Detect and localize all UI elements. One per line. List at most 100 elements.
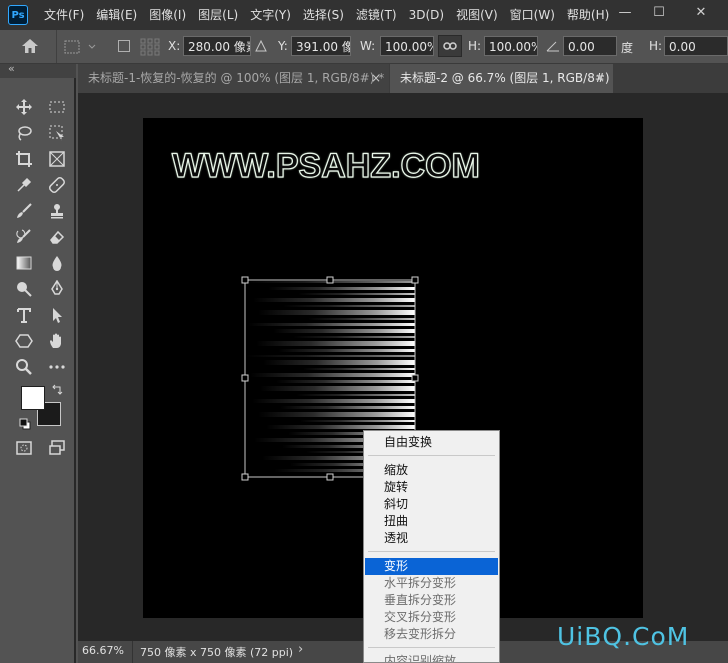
object-selection-tool-icon[interactable] bbox=[44, 121, 70, 145]
link-icon[interactable] bbox=[438, 35, 462, 57]
dodge-tool-icon[interactable] bbox=[11, 277, 37, 301]
tools-panel: « bbox=[0, 62, 76, 663]
menu-items: 文件(F) 编辑(E) 图像(I) 图层(L) 文字(Y) 选择(S) 滤镜(T… bbox=[38, 0, 615, 30]
type-tool-icon[interactable] bbox=[11, 303, 37, 327]
tab-document-2-label: 未标题-2 @ 66.7% (图层 1, RGB/8#) * bbox=[400, 71, 613, 85]
reference-point-grid-icon[interactable] bbox=[140, 38, 160, 59]
h-skew-field[interactable]: 0.00 bbox=[664, 36, 728, 56]
clone-stamp-tool-icon[interactable] bbox=[44, 199, 70, 223]
menu-item-rotate[interactable]: 旋转 bbox=[365, 479, 498, 496]
transform-handle-top[interactable] bbox=[326, 276, 334, 284]
crop-tool-icon[interactable] bbox=[11, 147, 37, 171]
canvas-watermark-text: WWW.PSAHZ.COM bbox=[171, 146, 480, 185]
tools-panel-header: « bbox=[0, 62, 76, 78]
options-bar: X: 280.00 像素 Y: 391.00 像素 W: 100.00% H: … bbox=[0, 30, 728, 64]
document-tab-bar: 未标题-1-恢复的-恢复的 @ 100% (图层 1, RGB/8#) * × … bbox=[78, 64, 728, 93]
h-skew-label: H: bbox=[649, 39, 663, 53]
menu-window[interactable]: 窗口(W) bbox=[504, 0, 561, 30]
menu-bar: Ps 文件(F) 编辑(E) 图像(I) 图层(L) 文字(Y) 选择(S) 滤… bbox=[0, 0, 728, 30]
collapse-panel-button[interactable]: « bbox=[8, 62, 15, 75]
tab-document-2[interactable]: 未标题-2 @ 66.7% (图层 1, RGB/8#) * × bbox=[390, 64, 613, 93]
menu-item-scale[interactable]: 缩放 bbox=[365, 462, 498, 479]
menu-item-distort[interactable]: 扭曲 bbox=[365, 513, 498, 530]
eraser-tool-icon[interactable] bbox=[44, 225, 70, 249]
menu-image[interactable]: 图像(I) bbox=[143, 0, 192, 30]
swap-colors-icon[interactable] bbox=[51, 384, 63, 399]
home-icon[interactable] bbox=[20, 37, 40, 58]
x-field[interactable]: 280.00 像素 bbox=[183, 36, 251, 56]
menu-item-remove-warp-split[interactable]: 移去变形拆分 bbox=[365, 626, 498, 643]
lasso-tool-icon[interactable] bbox=[11, 121, 37, 145]
gradient-tool-icon[interactable] bbox=[11, 251, 37, 275]
menu-separator bbox=[368, 551, 495, 552]
quick-mask-icon[interactable] bbox=[11, 436, 37, 460]
menu-item-free-transform[interactable]: 自由变换 bbox=[365, 434, 498, 451]
y-label: Y: bbox=[278, 39, 288, 53]
menu-item-warp[interactable]: 变形 bbox=[365, 558, 498, 575]
transform-move-icon[interactable] bbox=[63, 39, 97, 58]
menu-item-content-aware-scale[interactable]: 内容识别缩放 bbox=[365, 653, 498, 662]
site-watermark: UiBQ.CoM bbox=[557, 622, 690, 651]
move-tool-icon[interactable] bbox=[11, 95, 37, 119]
menu-item-perspective[interactable]: 透视 bbox=[365, 530, 498, 547]
transform-handle-left[interactable] bbox=[241, 374, 249, 382]
menu-type[interactable]: 文字(Y) bbox=[244, 0, 297, 30]
more-tools-icon[interactable] bbox=[44, 355, 70, 379]
blur-tool-icon[interactable] bbox=[44, 251, 70, 275]
foreground-color-swatch[interactable] bbox=[21, 386, 45, 410]
y-field[interactable]: 391.00 像素 bbox=[291, 36, 351, 56]
w-label: W: bbox=[360, 39, 376, 53]
marquee-tool-icon[interactable] bbox=[44, 95, 70, 119]
menu-select[interactable]: 选择(S) bbox=[297, 0, 350, 30]
default-colors-icon[interactable] bbox=[19, 418, 31, 433]
status-divider bbox=[132, 641, 133, 663]
transform-handle-right[interactable] bbox=[411, 374, 419, 382]
frame-tool-icon[interactable] bbox=[44, 147, 70, 171]
hand-tool-icon[interactable] bbox=[44, 329, 70, 353]
path-selection-tool-icon[interactable] bbox=[44, 303, 70, 327]
zoom-tool-icon[interactable] bbox=[11, 355, 37, 379]
status-menu-arrow[interactable]: › bbox=[298, 642, 303, 657]
x-label: X: bbox=[168, 39, 181, 53]
divider bbox=[56, 30, 57, 63]
shape-tool-icon[interactable] bbox=[11, 329, 37, 353]
menu-view[interactable]: 视图(V) bbox=[450, 0, 504, 30]
photoshop-logo: Ps bbox=[8, 5, 28, 25]
pen-tool-icon[interactable] bbox=[44, 277, 70, 301]
relative-position-icon[interactable] bbox=[254, 39, 268, 56]
document-info: 750 像素 x 750 像素 (72 ppi) bbox=[140, 646, 294, 659]
w-field[interactable]: 100.00% bbox=[380, 36, 434, 56]
h-field[interactable]: 100.00% bbox=[484, 36, 538, 56]
menu-layer[interactable]: 图层(L) bbox=[192, 0, 244, 30]
brush-tool-icon[interactable] bbox=[11, 199, 37, 223]
close-window-button[interactable]: ✕ bbox=[684, 0, 718, 24]
maximize-button[interactable]: ☐ bbox=[642, 0, 676, 24]
screen-mode-icon[interactable] bbox=[44, 436, 70, 460]
menu-item-cross-split-warp[interactable]: 交叉拆分变形 bbox=[365, 609, 498, 626]
menu-file[interactable]: 文件(F) bbox=[38, 0, 90, 30]
zoom-level[interactable]: 66.67% bbox=[82, 644, 124, 657]
menu-edit[interactable]: 编辑(E) bbox=[90, 0, 143, 30]
minimize-button[interactable]: — bbox=[608, 0, 642, 24]
angle-icon bbox=[545, 39, 561, 56]
menu-separator bbox=[368, 455, 495, 456]
menu-item-skew[interactable]: 斜切 bbox=[365, 496, 498, 513]
transform-handle-top-left[interactable] bbox=[241, 276, 249, 284]
tab-document-2-close-icon[interactable]: × bbox=[595, 64, 605, 93]
eyedropper-tool-icon[interactable] bbox=[11, 173, 37, 197]
history-brush-tool-icon[interactable] bbox=[11, 225, 37, 249]
tab-document-1[interactable]: 未标题-1-恢复的-恢复的 @ 100% (图层 1, RGB/8#) * × bbox=[78, 64, 389, 93]
transform-handle-bottom-left[interactable] bbox=[241, 473, 249, 481]
healing-brush-tool-icon[interactable] bbox=[44, 173, 70, 197]
tab-document-1-label: 未标题-1-恢复的-恢复的 @ 100% (图层 1, RGB/8#) * bbox=[88, 71, 385, 85]
angle-field[interactable]: 0.00 bbox=[563, 36, 617, 56]
transform-handle-bottom[interactable] bbox=[326, 473, 334, 481]
menu-item-vertical-split-warp[interactable]: 垂直拆分变形 bbox=[365, 592, 498, 609]
reference-point-checkbox[interactable] bbox=[118, 40, 130, 52]
menu-filter[interactable]: 滤镜(T) bbox=[350, 0, 403, 30]
menu-item-horizontal-split-warp[interactable]: 水平拆分变形 bbox=[365, 575, 498, 592]
menu-3d[interactable]: 3D(D) bbox=[403, 0, 450, 30]
transform-context-menu: 自由变换 缩放 旋转 斜切 扭曲 透视 变形 水平拆分变形 垂直拆分变形 交叉拆… bbox=[363, 430, 500, 663]
tab-document-1-close-icon[interactable]: × bbox=[371, 64, 381, 93]
transform-handle-top-right[interactable] bbox=[411, 276, 419, 284]
